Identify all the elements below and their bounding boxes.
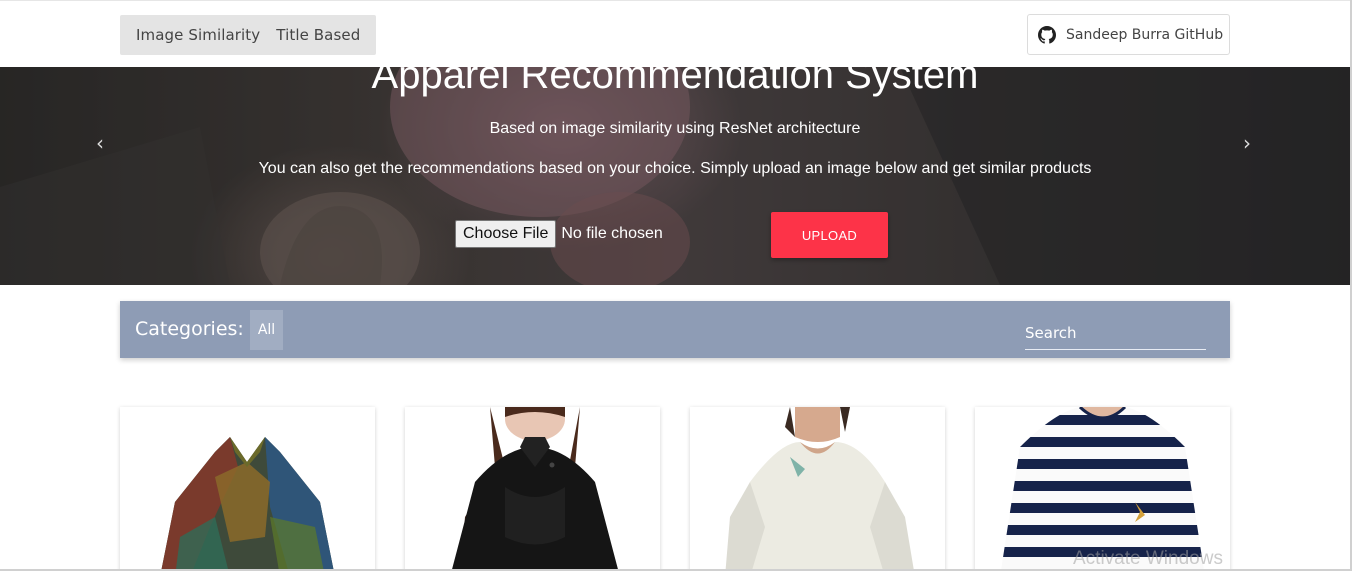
category-all-chip[interactable]: All <box>250 310 283 350</box>
product-card[interactable] <box>120 407 375 571</box>
github-button[interactable]: Sandeep Burra GitHub <box>1027 14 1230 55</box>
categories-label: Categories: <box>135 318 244 340</box>
choose-file-button[interactable]: Choose File <box>455 220 557 248</box>
product-card[interactable] <box>975 407 1230 571</box>
carousel-prev-icon[interactable]: ‹ <box>96 131 104 155</box>
nav-link-title-based[interactable]: Title Based <box>268 26 368 44</box>
file-status: No file chosen <box>561 225 663 242</box>
product-card[interactable] <box>690 407 945 571</box>
file-input: Choose File No file chosen <box>455 220 663 248</box>
nav-link-image-similarity[interactable]: Image Similarity <box>128 26 268 44</box>
hero-description: You can also get the recommendations bas… <box>258 160 1092 177</box>
search-input[interactable] <box>1025 317 1206 350</box>
hero-carousel: Apparel Recommendation System Based on i… <box>0 67 1350 285</box>
hero-title: Apparel Recommendation System <box>371 67 979 97</box>
product-image-striped-sweater <box>975 407 1230 571</box>
github-label: Sandeep Burra GitHub <box>1066 26 1224 43</box>
activate-windows-watermark: Activate Windows <box>1073 548 1223 569</box>
categories-bar: Categories: All <box>120 301 1230 358</box>
hero-subtitle: Based on image similarity using ResNet a… <box>489 120 861 137</box>
nav-links: Image Similarity Title Based <box>120 15 377 55</box>
product-image-black-ruffle-blouse <box>405 407 660 571</box>
product-card[interactable] <box>405 407 660 571</box>
upload-button[interactable]: UPLOAD <box>771 212 888 258</box>
product-image-white-linen-top <box>690 407 945 571</box>
carousel-next-icon[interactable]: › <box>1243 131 1251 155</box>
top-navbar: Image Similarity Title Based Sandeep Bur… <box>0 0 1352 67</box>
github-icon <box>1038 25 1056 44</box>
product-image-patchwork-jacket <box>120 407 375 571</box>
